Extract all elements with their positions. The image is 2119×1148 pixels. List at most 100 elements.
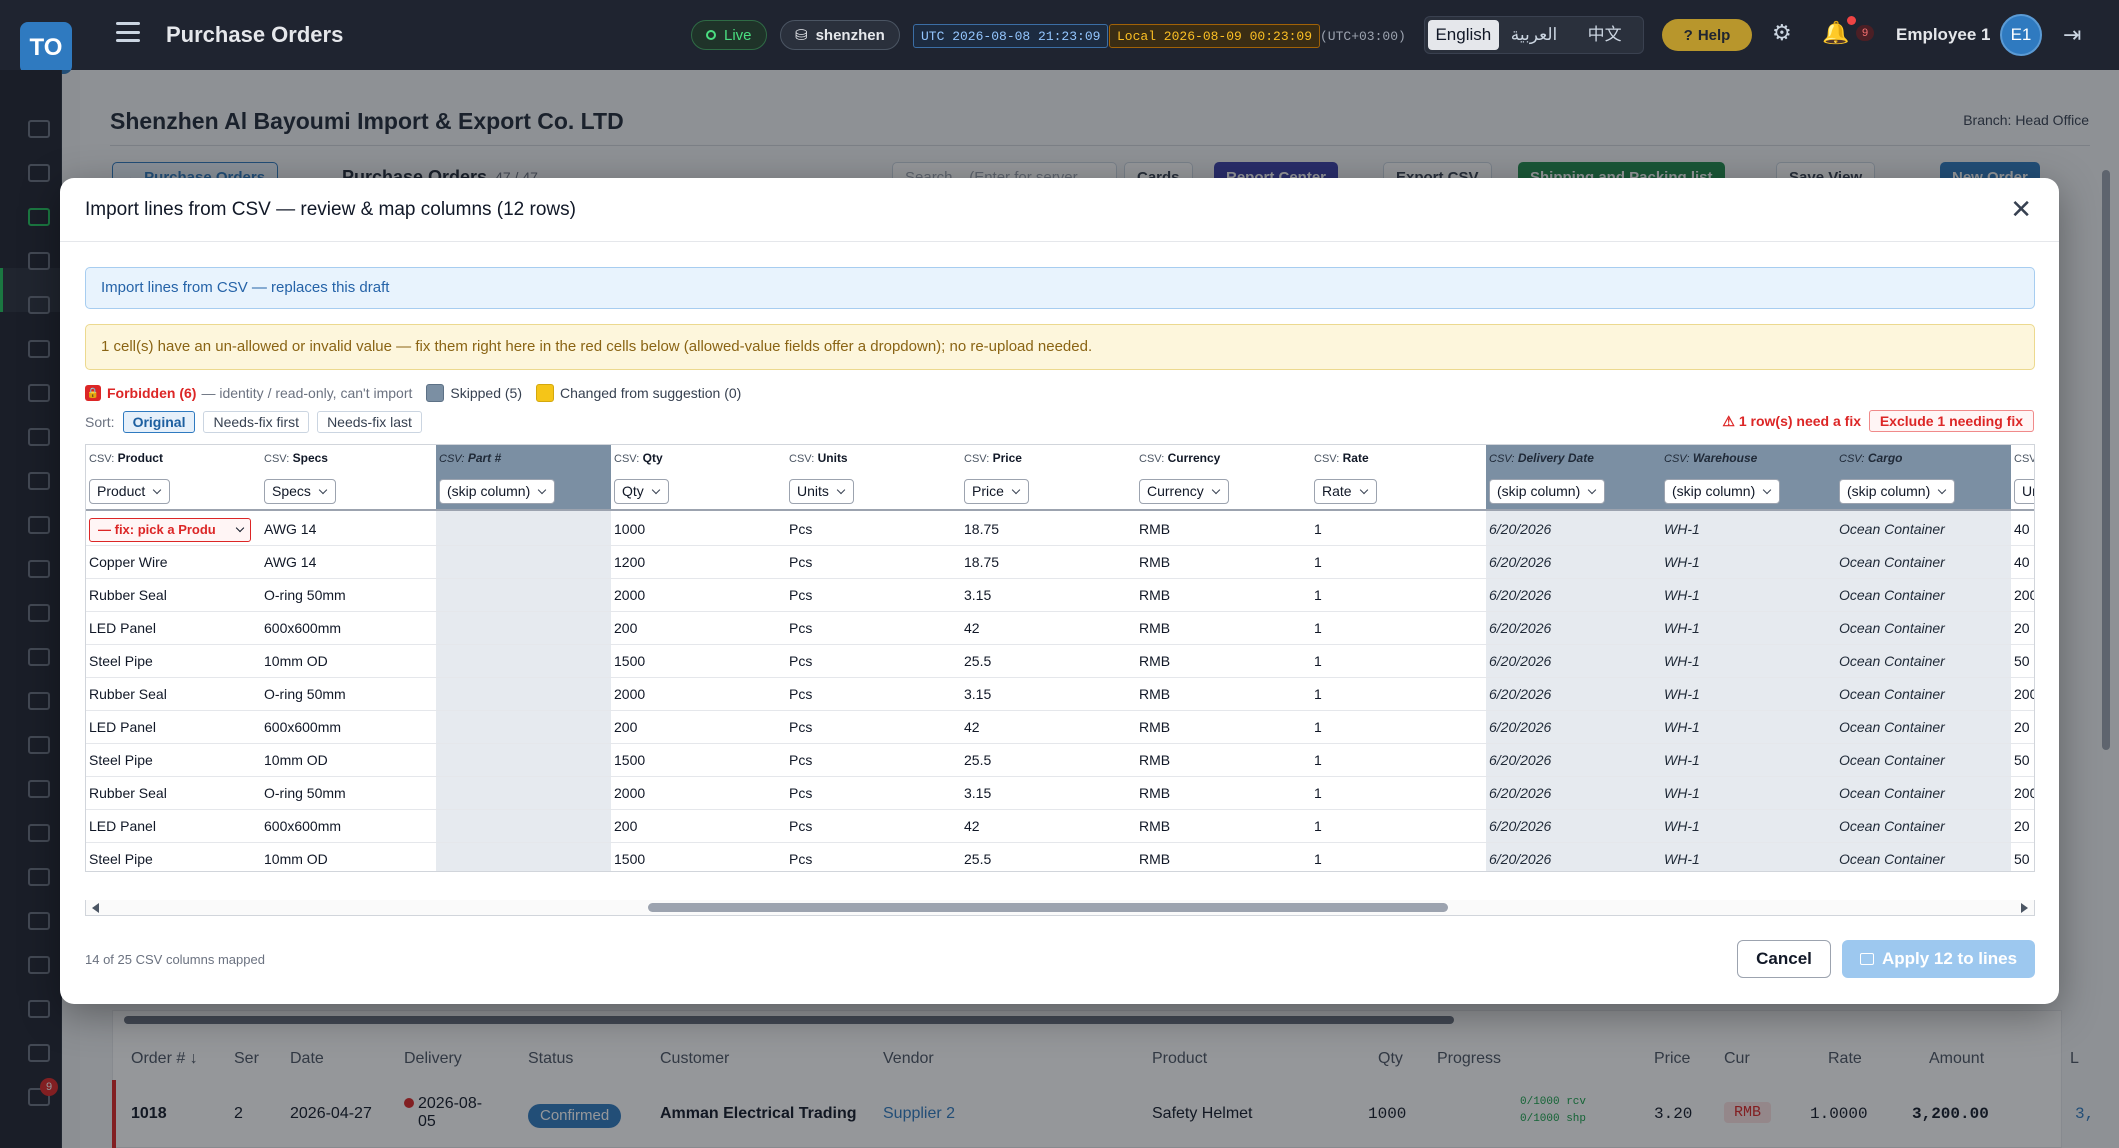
grid-cell[interactable]: 42 [961,711,1136,744]
tenant-selector[interactable]: ⛁ shenzhen [780,20,900,50]
grid-cell[interactable]: 40 [2011,546,2034,579]
grid-cell[interactable]: RMB [1136,678,1311,711]
grid-cell[interactable]: 10mm OD [261,843,436,871]
bell-icon[interactable]: 🔔 [1822,20,1849,46]
grid-cell[interactable]: Pcs [786,711,961,744]
grid-cell[interactable]: 18.75 [961,546,1136,579]
grid-cell[interactable] [436,645,611,678]
grid-cell[interactable]: 1 [1311,711,1486,744]
grid-cell[interactable]: WH-1 [1661,513,1836,546]
grid-cell[interactable]: 1200 [611,546,786,579]
grid-cell[interactable]: 25.5 [961,843,1136,871]
grid-cell[interactable]: Pcs [786,579,961,612]
grid-cell[interactable]: WH-1 [1661,645,1836,678]
grid-cell[interactable]: Pcs [786,513,961,546]
grid-cell[interactable]: RMB [1136,546,1311,579]
help-button[interactable]: ? Help [1662,19,1752,51]
grid-cell[interactable]: Steel Pipe [86,645,261,678]
avatar[interactable]: E1 [2000,14,2042,56]
grid-cell[interactable]: 6/20/2026 [1486,810,1661,843]
grid-cell[interactable]: 6/20/2026 [1486,843,1661,871]
grid-cell[interactable]: 20 [2011,612,2034,645]
grid-cell[interactable]: 1 [1311,579,1486,612]
menu-icon[interactable] [116,22,140,42]
column-mapping-select[interactable]: (skip column) [1664,479,1781,504]
grid-cell[interactable]: Ocean Container [1836,810,2011,843]
grid-cell[interactable]: Ocean Container [1836,777,2011,810]
grid-cell[interactable]: 2000 [611,678,786,711]
grid-cell[interactable]: 10mm OD [261,744,436,777]
grid-cell[interactable] [436,579,611,612]
grid-cell[interactable]: 1500 [611,843,786,871]
grid-cell[interactable]: 6/20/2026 [1486,777,1661,810]
grid-cell[interactable]: 6/20/2026 [1486,744,1661,777]
grid-cell[interactable]: RMB [1136,612,1311,645]
grid-cell[interactable]: LED Panel [86,612,261,645]
grid-cell[interactable]: 200 [2011,678,2034,711]
grid-cell[interactable]: 1 [1311,744,1486,777]
grid-cell[interactable] [436,843,611,871]
grid-cell[interactable]: Steel Pipe [86,744,261,777]
grid-cell[interactable]: Rubber Seal [86,777,261,810]
column-mapping-select[interactable]: Ur [2014,479,2034,504]
grid-cell[interactable]: Ocean Container [1836,645,2011,678]
grid-cell[interactable] [436,744,611,777]
grid-cell[interactable]: O-ring 50mm [261,678,436,711]
grid-cell[interactable]: Pcs [786,843,961,871]
grid-cell[interactable]: Pcs [786,810,961,843]
grid-cell[interactable]: 25.5 [961,645,1136,678]
grid-cell[interactable]: 200 [611,810,786,843]
grid-cell[interactable]: 1 [1311,843,1486,871]
grid-cell[interactable]: 20 [2011,810,2034,843]
grid-cell[interactable]: 1 [1311,678,1486,711]
grid-cell[interactable]: AWG 14 [261,546,436,579]
grid-cell[interactable]: 3.15 [961,678,1136,711]
grid-cell[interactable]: Pcs [786,777,961,810]
grid-cell[interactable]: 50 [2011,645,2034,678]
grid-cell[interactable]: WH-1 [1661,678,1836,711]
column-mapping-select[interactable]: (skip column) [1839,479,1956,504]
grid-cell[interactable]: RMB [1136,843,1311,871]
grid-cell[interactable] [436,612,611,645]
grid-cell[interactable]: Ocean Container [1836,546,2011,579]
column-mapping-select[interactable]: Rate [1314,479,1377,504]
grid-cell[interactable]: 600x600mm [261,810,436,843]
grid-cell[interactable]: 40 [2011,513,2034,546]
grid-cell[interactable]: Pcs [786,612,961,645]
grid-cell[interactable]: LED Panel [86,711,261,744]
grid-cell[interactable]: 6/20/2026 [1486,645,1661,678]
grid-cell[interactable]: — fix: pick a Produ [86,513,261,546]
grid-cell[interactable]: 1 [1311,546,1486,579]
sort-needs-fix-last-button[interactable]: Needs-fix last [317,411,422,433]
grid-cell[interactable]: 1 [1311,612,1486,645]
grid-cell[interactable]: WH-1 [1661,711,1836,744]
lang-chinese[interactable]: 中文 [1569,20,1640,50]
grid-cell[interactable]: 10mm OD [261,645,436,678]
scroll-left-icon[interactable] [92,903,99,913]
grid-cell[interactable]: 6/20/2026 [1486,579,1661,612]
grid-cell[interactable]: Ocean Container [1836,744,2011,777]
grid-cell[interactable]: WH-1 [1661,744,1836,777]
grid-cell[interactable]: 6/20/2026 [1486,546,1661,579]
grid-cell[interactable]: 1 [1311,513,1486,546]
sort-needs-fix-first-button[interactable]: Needs-fix first [203,411,310,433]
grid-cell[interactable]: Pcs [786,645,961,678]
grid-cell[interactable]: RMB [1136,777,1311,810]
grid-cell[interactable] [436,546,611,579]
grid-cell[interactable]: 1 [1311,645,1486,678]
grid-cell[interactable]: 25.5 [961,744,1136,777]
grid-cell[interactable] [436,810,611,843]
grid-cell[interactable]: Ocean Container [1836,579,2011,612]
user-name[interactable]: Employee 1 [1896,25,1991,45]
close-icon[interactable]: ✕ [2010,194,2032,225]
grid-cell[interactable]: Pcs [786,744,961,777]
grid-cell[interactable] [436,678,611,711]
grid-cell[interactable]: WH-1 [1661,843,1836,871]
grid-cell[interactable] [436,777,611,810]
grid-cell[interactable]: RMB [1136,711,1311,744]
scroll-right-icon[interactable] [2021,903,2028,913]
grid-cell[interactable]: 18.75 [961,513,1136,546]
grid-cell[interactable]: Pcs [786,678,961,711]
grid-cell[interactable]: 6/20/2026 [1486,612,1661,645]
grid-cell[interactable]: 2000 [611,777,786,810]
